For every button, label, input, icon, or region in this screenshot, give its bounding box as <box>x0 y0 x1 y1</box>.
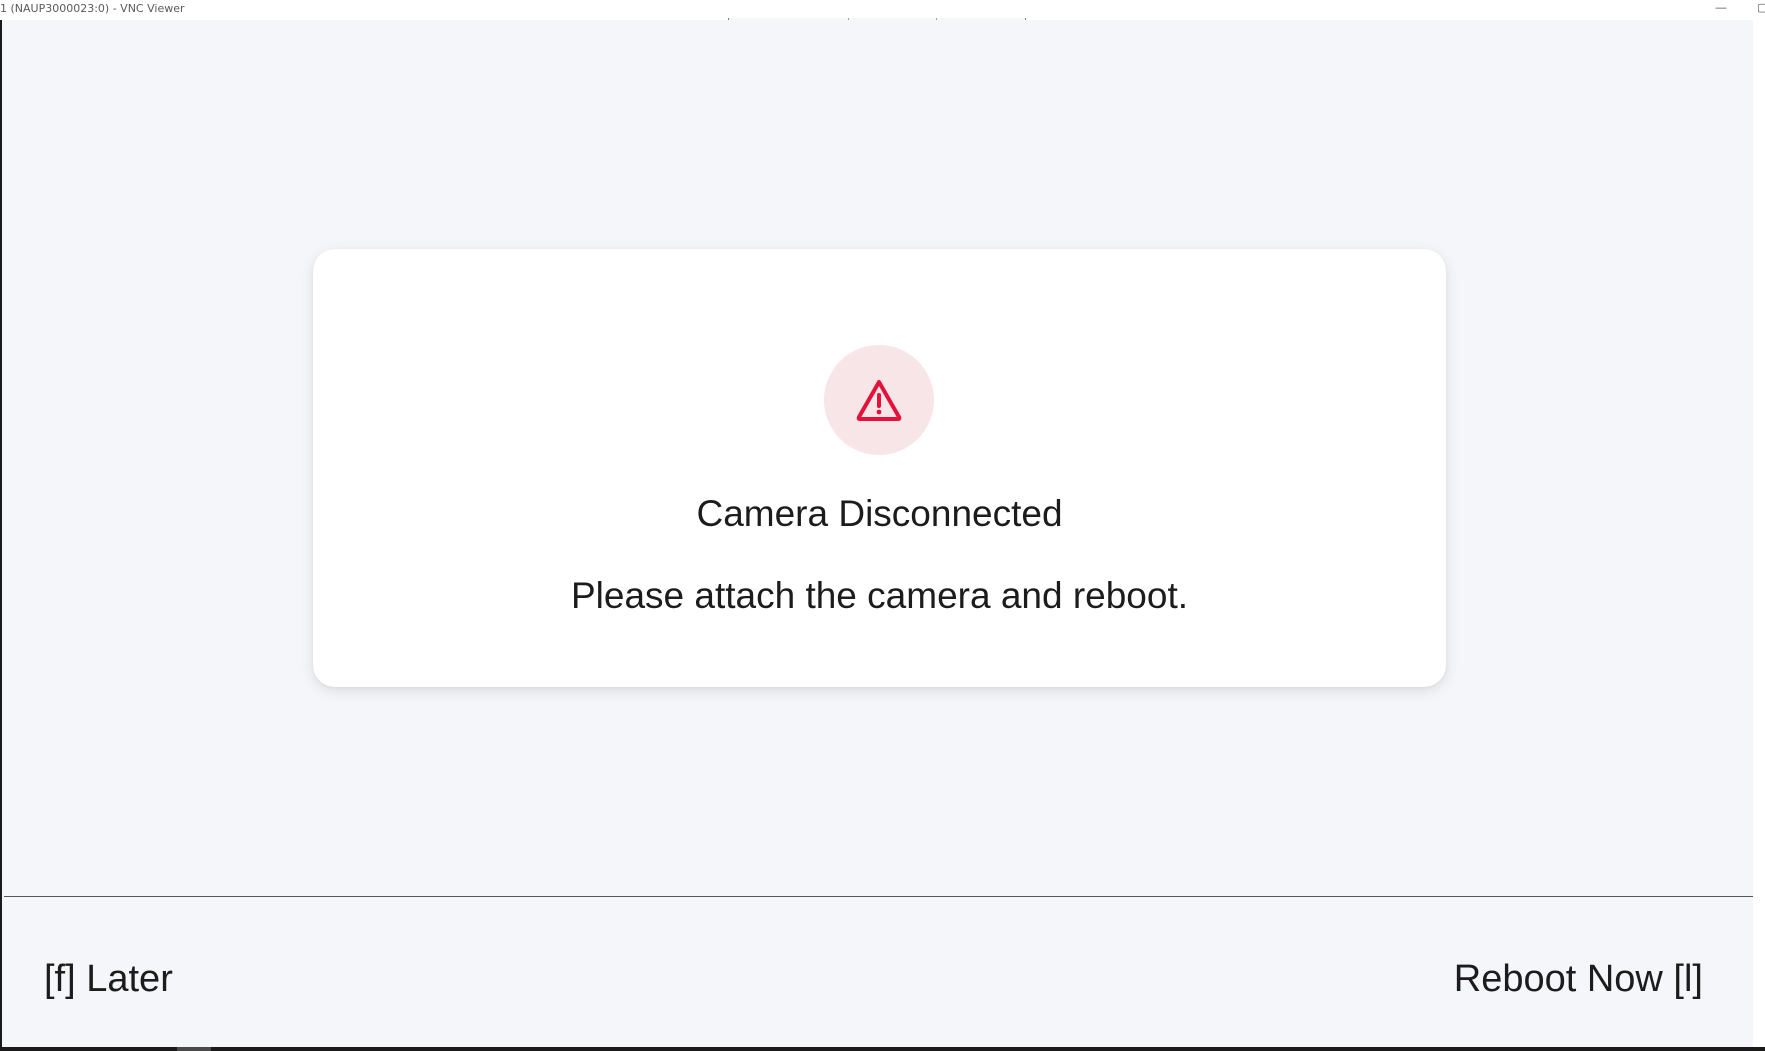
bottom-edge-mark <box>177 1047 211 1051</box>
window-titlebar: 1 (NAUP3000023:0) - VNC Viewer — ▢ <box>0 0 1765 20</box>
alert-icon-container <box>824 345 934 455</box>
window-title: 1 (NAUP3000023:0) - VNC Viewer <box>0 2 185 15</box>
reboot-now-button[interactable]: Reboot Now [l] <box>1454 958 1703 1001</box>
maximize-button[interactable]: ▢ <box>1757 1 1765 17</box>
dialog-message: Please attach the camera and reboot. <box>570 575 1189 616</box>
later-button[interactable]: [f] Later <box>44 958 173 1001</box>
minimize-button[interactable]: — <box>1712 1 1730 17</box>
alert-card: Camera Disconnected Please attach the ca… <box>313 249 1446 687</box>
window-right-border <box>1753 20 1765 1051</box>
window-bottom-border <box>0 1047 1765 1051</box>
footer-divider <box>4 896 1755 897</box>
remote-screen: Camera Disconnected Please attach the ca… <box>0 20 1755 1047</box>
dialog-title: Camera Disconnected <box>696 493 1063 534</box>
warning-triangle-icon <box>856 380 902 421</box>
